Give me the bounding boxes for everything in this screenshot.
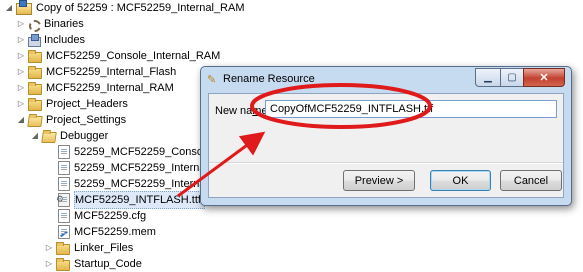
- rename-resource-dialog: ✎ Rename Resource ▁ ▢ ✕ New name: Previe…: [200, 66, 572, 206]
- dialog-content: New name: Preview > OK Cancel: [208, 93, 564, 198]
- open-folder-icon: [41, 131, 57, 143]
- tree-item-label: Debugger: [60, 130, 109, 142]
- maximize-icon: ▢: [507, 72, 517, 83]
- tree-item-label: MCF52259_Internal_Flash: [46, 66, 177, 78]
- expanded-arrow-icon[interactable]: ◢: [16, 112, 26, 128]
- tree-item-label: Project_Settings: [46, 114, 127, 126]
- tree-row-mem[interactable]: MCF52259.mem: [58, 224, 156, 240]
- folder-icon: [56, 241, 70, 255]
- collapsed-arrow-icon[interactable]: ▷: [44, 240, 54, 256]
- tree-row-project[interactable]: ◢ Copy of 52259 : MCF52259_Internal_RAM: [4, 0, 245, 16]
- tree-row-startup-code[interactable]: ▷ Startup_Code: [44, 256, 142, 272]
- tree-item-label: Startup_Code: [74, 258, 142, 270]
- folder-icon: [28, 49, 42, 63]
- file-icon: [58, 145, 70, 159]
- ok-button[interactable]: OK: [430, 170, 491, 191]
- close-icon: ✕: [539, 72, 549, 84]
- project-label: Copy of 52259 : MCF52259_Internal_RAM: [36, 2, 245, 14]
- expanded-arrow-icon[interactable]: ◢: [30, 128, 40, 144]
- tree-item-label: MCF52259_Console_Internal_RAM: [46, 50, 221, 62]
- collapsed-arrow-icon[interactable]: ▷: [16, 16, 26, 32]
- folder-icon: [28, 65, 42, 79]
- folder-icon: [28, 97, 42, 111]
- close-button[interactable]: ✕: [523, 68, 565, 87]
- collapsed-arrow-icon[interactable]: ▷: [16, 96, 26, 112]
- tree-row-debugger[interactable]: ◢ Debugger: [30, 128, 108, 144]
- new-name-label: New name:: [215, 105, 271, 117]
- tree-row-intflash-ttf[interactable]: MCF52259_INTFLASH.ttf: [56, 191, 205, 209]
- folder-icon: [28, 81, 42, 95]
- ttf-file-icon: [56, 193, 70, 207]
- tree-item-label: MCF52259.cfg: [74, 210, 147, 222]
- minimize-icon: ▁: [484, 72, 492, 83]
- tree-row-linker-files[interactable]: ▷ Linker_Files: [44, 240, 133, 256]
- mem-file-icon: [58, 225, 70, 239]
- collapsed-arrow-icon[interactable]: ▷: [16, 80, 26, 96]
- dialog-titlebar[interactable]: ✎ Rename Resource ▁ ▢ ✕: [201, 67, 571, 93]
- divider: [209, 162, 563, 164]
- tree-row-internal-flash[interactable]: ▷ MCF52259_Internal_Flash: [16, 64, 176, 80]
- selected-tree-item-label: MCF52259_INTFLASH.ttf: [74, 191, 205, 209]
- cfg-file-icon: [58, 209, 70, 223]
- collapsed-arrow-icon[interactable]: ▷: [16, 32, 26, 48]
- minimize-button[interactable]: ▁: [475, 68, 500, 87]
- tree-item-label: Project_Headers: [46, 98, 128, 110]
- tree-row-binaries[interactable]: ▷ Binaries: [16, 16, 84, 32]
- folder-icon: [56, 257, 70, 271]
- tree-row-project-settings[interactable]: ◢ Project_Settings: [16, 112, 126, 128]
- tree-item-label: Linker_Files: [74, 242, 134, 254]
- open-folder-icon: [27, 115, 43, 127]
- preview-button[interactable]: Preview >: [343, 170, 415, 191]
- tree-row-cfg[interactable]: MCF52259.cfg: [58, 208, 146, 224]
- label-part: New na: [215, 105, 253, 117]
- tree-row-project-headers[interactable]: ▷ Project_Headers: [16, 96, 128, 112]
- tree-item-label: Includes: [44, 34, 85, 46]
- tree-row-includes[interactable]: ▷ Includes: [16, 32, 85, 48]
- file-icon: [58, 161, 70, 175]
- expanded-arrow-icon[interactable]: ◢: [4, 0, 14, 16]
- file-icon: [58, 177, 70, 191]
- tree-item-label: MCF52259_Internal_RAM: [46, 82, 174, 94]
- includes-icon: [28, 34, 41, 47]
- cancel-button[interactable]: Cancel: [500, 170, 562, 191]
- tree-row-console-internal-ram[interactable]: ▷ MCF52259_Console_Internal_RAM: [16, 48, 220, 64]
- maximize-button[interactable]: ▢: [500, 68, 523, 87]
- project-icon: [16, 0, 32, 15]
- window-controls: ▁ ▢ ✕: [475, 68, 565, 87]
- dialog-title: Rename Resource: [223, 73, 315, 85]
- tree-row-internal-ram[interactable]: ▷ MCF52259_Internal_RAM: [16, 80, 174, 96]
- tree-item-label: MCF52259.mem: [74, 226, 156, 238]
- collapsed-arrow-icon[interactable]: ▷: [16, 64, 26, 80]
- binaries-icon: [28, 18, 41, 32]
- rename-icon: ✎: [207, 74, 217, 86]
- tree-item-label: Binaries: [44, 18, 84, 30]
- collapsed-arrow-icon[interactable]: ▷: [44, 256, 54, 272]
- new-name-input[interactable]: [265, 100, 557, 118]
- collapsed-arrow-icon[interactable]: ▷: [16, 48, 26, 64]
